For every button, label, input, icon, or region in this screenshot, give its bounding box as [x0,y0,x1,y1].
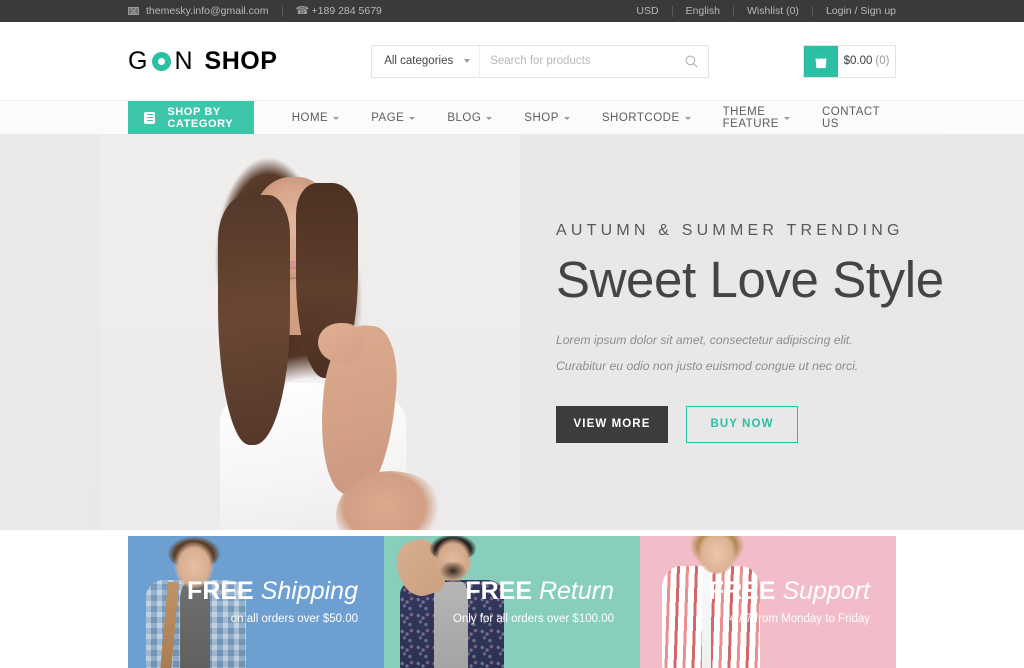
category-select-label: All categories [384,55,454,67]
search-button[interactable] [674,46,708,77]
chevron-down-icon [409,116,416,120]
search-icon [685,55,698,68]
site-logo[interactable]: G N SHOP [128,47,277,76]
top-bar: themesky.info@gmail.com ☎ +189 284 5679 … [0,0,1024,22]
buy-now-button[interactable]: BUY NOW [686,405,798,443]
top-bar-inner: themesky.info@gmail.com ☎ +189 284 5679 … [128,0,896,22]
nav-item-home[interactable]: HOME [276,101,356,134]
cart-amount: $0.00 [843,55,873,67]
hero-title: Sweet Love Style [556,251,944,309]
email-text: themesky.info@gmail.com [146,5,269,17]
nav-item-label: THEME FEATURE [722,105,779,130]
top-bar-contact: themesky.info@gmail.com ☎ +189 284 5679 [128,5,382,17]
nav-item-label: CONTACT US [821,105,880,130]
hero-actions: VIEW MORE BUY NOW [556,405,956,443]
chevron-down-icon [486,116,493,120]
search-bar: All categories [371,44,710,78]
shopping-bag-icon [815,53,827,68]
promo-text: FREE Return Only for all orders over $100… [452,579,614,626]
promo-title: FREE Shipping [187,579,358,604]
cart-count: (0) [875,55,890,67]
hamburger-menu-icon [144,111,156,124]
promo-text: FREE Shipping on all orders over $50.00 [187,579,358,626]
phone-link[interactable]: ☎ +189 284 5679 [296,5,382,17]
promo-emphasis: Support [782,577,870,605]
promo-title: FREE Return [453,579,614,604]
nav-item-label: SHORTCODE [601,111,680,124]
chevron-down-icon [563,116,570,120]
promo-strong: FREE [465,577,532,605]
chevron-down-icon [684,116,691,120]
chevron-down-icon [783,116,790,120]
nav-item-shortcode[interactable]: SHORTCODE [586,101,707,134]
nav-item-label: HOME [291,111,329,124]
cart-icon-box [804,45,838,77]
logo-circle-icon [152,51,172,71]
header-inner: G N SHOP All categories Search for produ… [128,44,896,78]
phone-text: +189 284 5679 [311,5,382,17]
top-bar-utilities: USD English Wishlist (0) Login / Sign up [636,5,896,17]
chevron-down-icon [333,116,340,120]
wishlist-link[interactable]: Wishlist (0) [747,5,799,17]
nav-item-shop[interactable]: SHOP [508,101,586,134]
promo-strong: FREE [708,577,776,605]
hero-inner: AUTUMN & SUMMER TRENDING Sweet Love Styl… [0,135,1024,530]
divider [733,5,735,17]
main-navigation: SHOP BY CATEGORY HOME PAGE BLOG SHOP SHORTCO… [0,100,1024,135]
nav-item-blog[interactable]: BLOG [431,101,508,134]
login-signup-link[interactable]: Login / Sign up [826,5,896,17]
logo-letter-n: N [174,46,196,75]
hero-content: AUTUMN & SUMMER TRENDING Sweet Love Styl… [556,135,956,530]
shop-by-category-button[interactable]: SHOP BY CATEGORY [128,101,254,134]
promo-banners: FREE Shipping on all orders over $50.00 FR… [128,536,896,668]
promo-strong: FREE [187,577,254,605]
nav-inner: SHOP BY CATEGORY HOME PAGE BLOG SHOP SHORTCO… [128,101,896,134]
divider [671,5,673,17]
shop-by-category-label: SHOP BY CATEGORY [167,105,234,130]
phone-icon: ☎ [295,4,310,17]
currency-selector[interactable]: USD [636,5,658,17]
divider [811,5,813,17]
promo-subtitle: 24 / 7 from Monday to Friday [722,613,870,625]
view-more-button[interactable]: VIEW MORE [556,405,668,443]
divider [281,5,283,17]
cart-total: $0.00 (0) [838,45,895,77]
language-selector[interactable]: English [686,5,720,17]
promo-subtitle: on all orders over $50.00 [230,613,358,625]
nav-item-page[interactable]: PAGE [355,101,431,134]
search-input[interactable] [480,45,675,77]
promo-emphasis: Return [538,577,614,605]
nav-menu: HOME PAGE BLOG SHOP SHORTCODE THEME FEATURE CO… [276,101,896,134]
envelope-icon [128,7,139,15]
promo-text: FREE Support 24 / 7 from Monday to Friday [709,579,870,626]
promo-banners-section: FREE Shipping on all orders over $50.00 FR… [0,530,1024,668]
cart-button[interactable]: $0.00 (0) [803,44,896,78]
email-link[interactable]: themesky.info@gmail.com [128,5,269,17]
promo-title: FREE Support [709,579,870,604]
nav-item-label: BLOG [447,111,482,124]
hero-description: Lorem ipsum dolor sit amet, consectetur … [556,333,859,373]
hero-eyebrow: AUTUMN & SUMMER TRENDING [556,222,904,240]
promo-banner-support[interactable]: FREE Support 24 / 7 from Monday to Friday [640,536,896,668]
hero-slider: AUTUMN & SUMMER TRENDING Sweet Love Styl… [0,135,1024,530]
site-header: G N SHOP All categories Search for produ… [0,22,1024,100]
promo-emphasis: Shipping [260,577,358,605]
nav-item-label: PAGE [371,111,405,124]
category-select[interactable]: All categories [372,45,481,77]
chevron-down-icon [464,59,471,63]
logo-letter-g: G [128,46,151,75]
nav-item-contact-us[interactable]: CONTACT US [806,101,896,134]
hero-model-image [100,135,520,530]
logo-word-shop: SHOP [204,46,278,75]
nav-item-label: SHOP [524,111,559,124]
promo-banner-return[interactable]: FREE Return Only for all orders over $100… [384,536,640,668]
promo-subtitle: Only for all orders over $100.00 [452,613,614,625]
promo-banner-shipping[interactable]: FREE Shipping on all orders over $50.00 [128,536,384,668]
nav-item-theme-feature[interactable]: THEME FEATURE [707,101,806,134]
